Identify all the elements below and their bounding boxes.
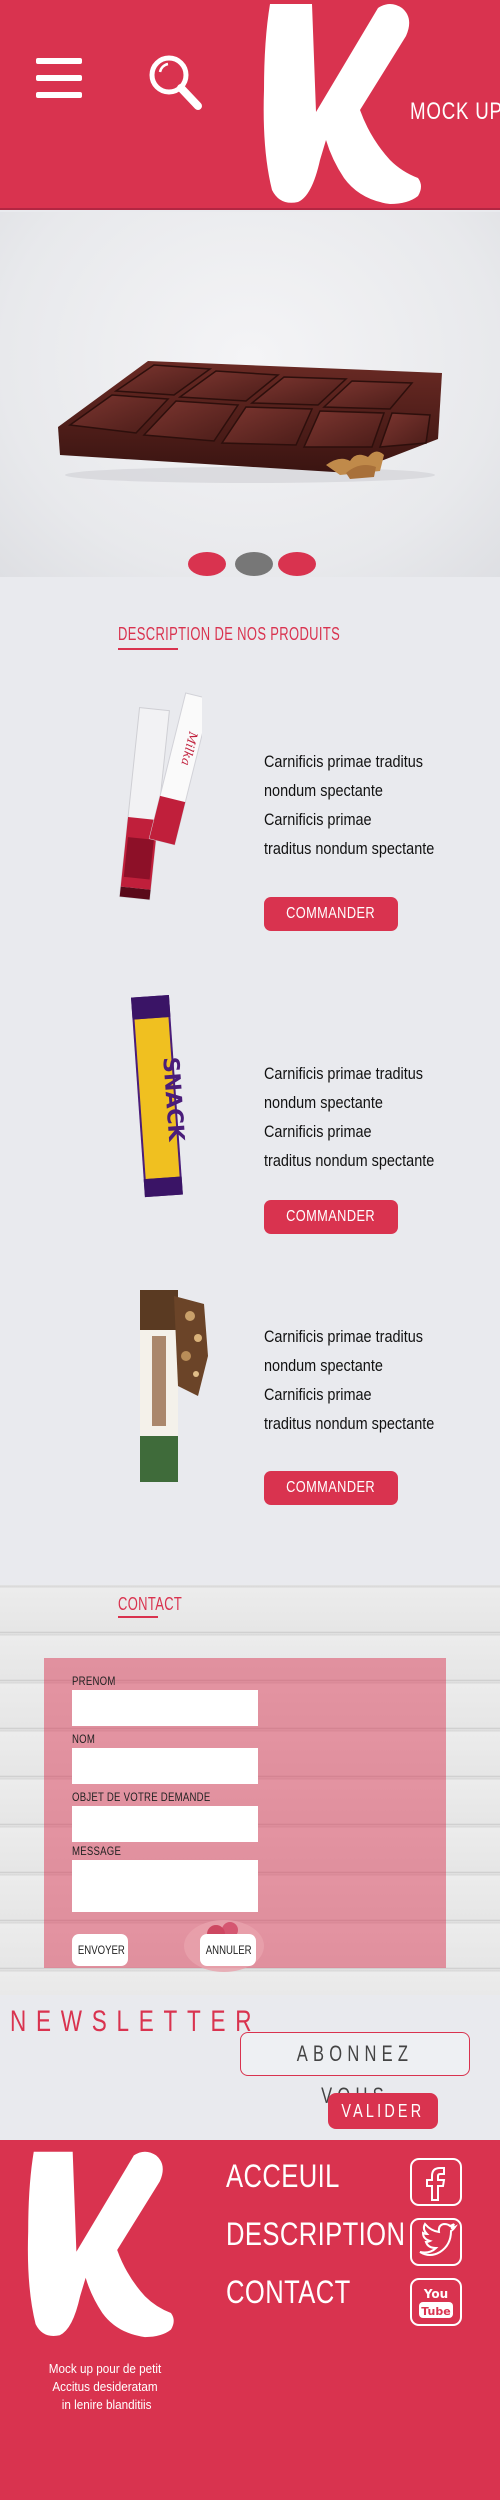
header: MOCK UP xyxy=(0,0,500,210)
newsletter-title: NEWSLETTER xyxy=(10,2005,262,2038)
contact-title-underline xyxy=(118,1616,158,1618)
facebook-icon[interactable] xyxy=(410,2158,462,2206)
product-1-line-2: nondum spectante xyxy=(264,781,383,800)
footer-nav-acceuil[interactable]: ACCEUIL xyxy=(226,2158,340,2195)
footer-text-line-2: Accitus desideratam xyxy=(52,2379,158,2394)
footer: ACCEUIL DESCRIPTION CONTACT You Tube Moc… xyxy=(0,2140,500,2500)
chocolate-bar-image xyxy=(58,361,442,483)
twitter-icon[interactable] xyxy=(410,2218,462,2266)
commander-button-2[interactable]: COMMANDER xyxy=(264,1200,398,1234)
carousel-dot-1[interactable] xyxy=(188,552,226,576)
youtube-tube-text: Tube xyxy=(421,2305,450,2318)
hero-banner xyxy=(0,212,500,577)
youtube-you-text: You xyxy=(423,2287,448,2301)
product-description-1: Carnificis primae traditus nondum specta… xyxy=(264,747,434,863)
products-section-title: DESCRIPTION DE NOS PRODUITS xyxy=(118,624,341,644)
brand-label: MOCK UP xyxy=(410,98,500,125)
newsletter-section: NEWSLETTER ABONNEZ VOUS VALIDER xyxy=(0,1995,500,2140)
commander-button-3-label: COMMANDER xyxy=(286,1479,376,1496)
footer-description: Mock up pour de petit Accitus desiderata… xyxy=(42,2360,168,2414)
footer-text-line-3: in lenire blanditiis xyxy=(58,2397,152,2412)
annuler-button[interactable]: ANNULER xyxy=(200,1934,256,1966)
product-image-snack-bar: SNACK xyxy=(131,994,188,1198)
message-field[interactable] xyxy=(72,1860,258,1912)
message-label: MESSAGE xyxy=(72,1844,122,1858)
commander-button-1[interactable]: COMMANDER xyxy=(264,897,398,931)
nom-label: NOM xyxy=(72,1732,96,1746)
footer-nav-description[interactable]: DESCRIPTION xyxy=(226,2216,405,2253)
commander-button-2-label: COMMANDER xyxy=(286,1208,376,1225)
product-description-2: Carnificis primae traditus nondum specta… xyxy=(264,1059,434,1175)
carousel-dots xyxy=(0,552,500,578)
contact-section-title: CONTACT xyxy=(118,1594,183,1614)
nom-field[interactable] xyxy=(72,1748,258,1784)
envoyer-label: ENVOYER xyxy=(77,1943,125,1957)
product-1-line-4: traditus nondum spectante xyxy=(264,839,435,858)
product-3-line-3: Carnificis primae xyxy=(264,1385,372,1404)
commander-button-3[interactable]: COMMANDER xyxy=(264,1471,398,1505)
footer-nav-contact[interactable]: CONTACT xyxy=(226,2274,351,2311)
envoyer-button[interactable]: ENVOYER xyxy=(72,1934,128,1966)
footer-vk-logo[interactable] xyxy=(4,2148,184,2338)
product-1-line-1: Carnificis primae traditus xyxy=(264,752,424,771)
menu-icon[interactable] xyxy=(36,56,82,102)
product-3-line-2: nondum spectante xyxy=(264,1356,383,1375)
valider-label: VALIDER xyxy=(341,2101,425,2121)
product-2-line-3: Carnificis primae xyxy=(264,1122,372,1141)
product-3-line-4: traditus nondum spectante xyxy=(264,1414,435,1433)
annuler-label: ANNULER xyxy=(205,1943,252,1957)
product-description-3: Carnificis primae traditus nondum specta… xyxy=(264,1322,434,1438)
newsletter-email-input[interactable]: ABONNEZ VOUS xyxy=(240,2032,470,2108)
carousel-dot-3[interactable] xyxy=(278,552,316,576)
footer-text-line-1: Mock up pour de petit xyxy=(48,2361,162,2376)
search-icon[interactable] xyxy=(146,52,204,112)
product-image-milka-stick: Milka xyxy=(119,692,202,901)
product-2-line-1: Carnificis primae traditus xyxy=(264,1064,424,1083)
product-2-line-4: traditus nondum spectante xyxy=(264,1151,435,1170)
carousel-dot-2[interactable] xyxy=(235,552,273,576)
product-image-nut-bar xyxy=(140,1290,208,1482)
prenom-label: PRENOM xyxy=(72,1674,116,1688)
valider-button[interactable]: VALIDER xyxy=(328,2093,438,2129)
product-1-line-3: Carnificis primae xyxy=(264,810,372,829)
product-3-line-1: Carnificis primae traditus xyxy=(264,1327,424,1346)
objet-label: OBJET DE VOTRE DEMANDE xyxy=(72,1790,211,1804)
vk-logo[interactable] xyxy=(240,0,430,205)
youtube-icon[interactable]: You Tube xyxy=(410,2278,462,2326)
products-title-underline xyxy=(118,648,178,650)
product-2-line-2: nondum spectante xyxy=(264,1093,383,1112)
prenom-field[interactable] xyxy=(72,1690,258,1726)
objet-field[interactable] xyxy=(72,1806,258,1842)
commander-button-1-label: COMMANDER xyxy=(286,905,376,922)
